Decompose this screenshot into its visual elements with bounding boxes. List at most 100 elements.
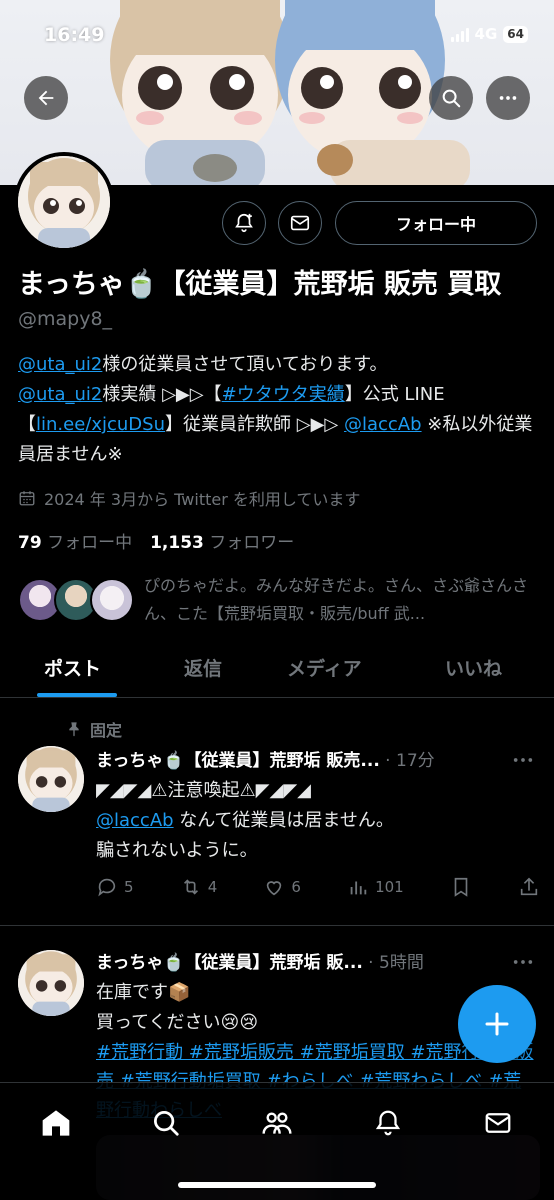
- post-text: ◤◢◤◢⚠注意喚起⚠◤◢◤◢: [96, 780, 312, 801]
- mail-icon: [485, 1113, 511, 1133]
- profile-avatar[interactable]: [14, 152, 114, 252]
- post-header: まっちゃ🍵【従業員】荒野垢 販... · 5時間: [96, 953, 424, 973]
- like-count: 6: [291, 878, 301, 896]
- user-handle: @mapy8_: [18, 308, 113, 330]
- compose-button[interactable]: [458, 985, 536, 1063]
- status-indicators: 4G 64: [450, 25, 528, 43]
- notify-button[interactable]: [222, 201, 266, 245]
- followed-by-section[interactable]: ぴのちゃだよ。みんな好きだよ。さん、さぶ爺さんさん、こた【荒野垢買取・販売/bu…: [18, 572, 538, 632]
- avatar-illustration: [18, 746, 84, 812]
- bell-plus-icon: [235, 213, 253, 233]
- post-time: 17分: [396, 751, 435, 771]
- more-icon[interactable]: [512, 954, 534, 970]
- post-item[interactable]: 固定 まっちゃ🍵【従業員】荒野垢 販売... · 17分 ◤◢◤◢⚠注意喚起⚠◤…: [0, 700, 554, 925]
- post-author[interactable]: まっちゃ🍵【従業員】荒野垢 販売...: [96, 751, 380, 771]
- home-icon: [42, 1110, 70, 1136]
- followed-by-text: ぴのちゃだよ。みんな好きだよ。さん、さぶ爺さんさん、こた【荒野垢買取・販売/bu…: [144, 576, 529, 623]
- mail-icon: [290, 215, 310, 231]
- status-time: 16:49: [44, 24, 105, 46]
- more-button[interactable]: [486, 76, 530, 120]
- search-icon: [442, 89, 461, 108]
- nav-search[interactable]: [146, 1103, 186, 1143]
- nav-notifications[interactable]: [368, 1103, 408, 1143]
- tab-likes[interactable]: いいね: [445, 654, 502, 681]
- reply-icon: [98, 878, 116, 897]
- views-icon: [350, 881, 367, 895]
- post-body: ◤◢◤◢⚠注意喚起⚠◤◢◤◢ @lacсAb なんて従業員は居ません。 騙されな…: [96, 776, 536, 866]
- nav-messages[interactable]: [478, 1103, 518, 1143]
- following-stat[interactable]: 79 フォロー中: [18, 528, 132, 553]
- calendar-icon: [19, 491, 35, 506]
- tab-media[interactable]: メディア: [287, 654, 362, 681]
- followers-count: 1,153: [150, 533, 204, 553]
- followers-stat[interactable]: 1,153 フォロワー: [150, 528, 294, 553]
- bio-mention[interactable]: @uta_ui2: [18, 354, 102, 375]
- back-button[interactable]: [24, 76, 68, 120]
- joined-text: 2024 年 3月から Twitter を利用しています: [44, 490, 361, 509]
- nav-communities[interactable]: [257, 1103, 297, 1143]
- profile-bio: @uta_ui2様の従業員させて頂いております。 @uta_ui2様実績 ▷▶▷…: [18, 350, 543, 470]
- post-author[interactable]: まっちゃ🍵【従業員】荒野垢 販...: [96, 953, 363, 973]
- nav-home[interactable]: [36, 1103, 76, 1143]
- active-tab-indicator: [37, 693, 117, 697]
- status-bar: 16:49 4G 64: [0, 0, 554, 70]
- bio-text: 【: [18, 414, 36, 435]
- follow-stats: 79 フォロー中 1,153 フォロワー: [18, 528, 294, 553]
- bookmark-action[interactable]: [450, 876, 472, 898]
- display-name: まっちゃ🍵【従業員】荒野垢 販売 買取: [18, 269, 502, 300]
- post-text: なんて従業員は居ません。: [173, 810, 394, 831]
- bio-mention[interactable]: @lacсAb: [344, 414, 422, 435]
- share-action[interactable]: [518, 876, 540, 898]
- post-mention[interactable]: @lacсAb: [96, 810, 174, 831]
- views-action[interactable]: 101: [347, 876, 404, 898]
- like-icon: [267, 881, 282, 896]
- pin-icon: [69, 722, 79, 737]
- like-action[interactable]: 6: [263, 876, 301, 898]
- search-button[interactable]: [429, 76, 473, 120]
- post-text: 騙されないように。: [96, 840, 258, 861]
- more-icon[interactable]: [512, 752, 534, 768]
- reply-action[interactable]: 5: [96, 876, 134, 898]
- following-count: 79: [18, 533, 42, 553]
- post-text: 在庫です📦: [96, 982, 191, 1003]
- network-label: 4G: [474, 25, 498, 43]
- signal-icon: [450, 27, 469, 42]
- share-icon: [520, 877, 538, 896]
- post-text: 買ってください😢😢: [96, 1012, 259, 1033]
- joined-date: 2024 年 3月から Twitter を利用しています: [18, 486, 360, 510]
- bio-text: 】従業員詐欺師 ▷▶▷: [165, 414, 344, 435]
- follower-avatar: [90, 578, 134, 622]
- post-actions: 5 4 6 101: [96, 876, 540, 898]
- retweet-action[interactable]: 4: [180, 876, 218, 898]
- tab-posts[interactable]: ポスト: [44, 654, 101, 681]
- bio-mention[interactable]: @uta_ui2: [18, 384, 102, 405]
- pinned-indicator: 固定: [66, 717, 122, 741]
- post-avatar[interactable]: [18, 746, 84, 812]
- back-arrow-icon: [38, 90, 54, 106]
- following-label: フォロー中: [47, 533, 133, 553]
- bell-icon: [375, 1110, 401, 1136]
- more-icon: [499, 96, 517, 100]
- profile-tabs: ポスト 返信 メディア いいね: [0, 640, 554, 698]
- avatar-illustration: [18, 950, 84, 1016]
- bio-link[interactable]: lin.ee/xjcuDSu: [36, 414, 165, 435]
- pinned-label: 固定: [90, 721, 123, 740]
- people-icon: [262, 1112, 292, 1134]
- post-time: 5時間: [379, 953, 424, 973]
- post-header: まっちゃ🍵【従業員】荒野垢 販売... · 17分: [96, 751, 435, 771]
- following-button[interactable]: フォロー中: [335, 201, 537, 245]
- plus-icon: [485, 1012, 509, 1036]
- tab-replies[interactable]: 返信: [184, 654, 222, 681]
- bio-text: 様の従業員させて頂いております。: [102, 354, 388, 375]
- search-icon: [154, 1111, 179, 1136]
- post-avatar[interactable]: [18, 950, 84, 1016]
- retweet-count: 4: [207, 878, 218, 896]
- retweet-icon: [183, 879, 198, 895]
- avatar-illustration: [18, 156, 110, 248]
- message-button[interactable]: [278, 201, 322, 245]
- bookmark-icon: [454, 877, 468, 897]
- bio-text: 】公式 LINE: [344, 384, 445, 405]
- home-indicator: [178, 1182, 376, 1188]
- bio-text: 様実績 ▷▶▷【: [102, 384, 222, 405]
- bio-hashtag[interactable]: #ウタウタ実績: [222, 384, 345, 405]
